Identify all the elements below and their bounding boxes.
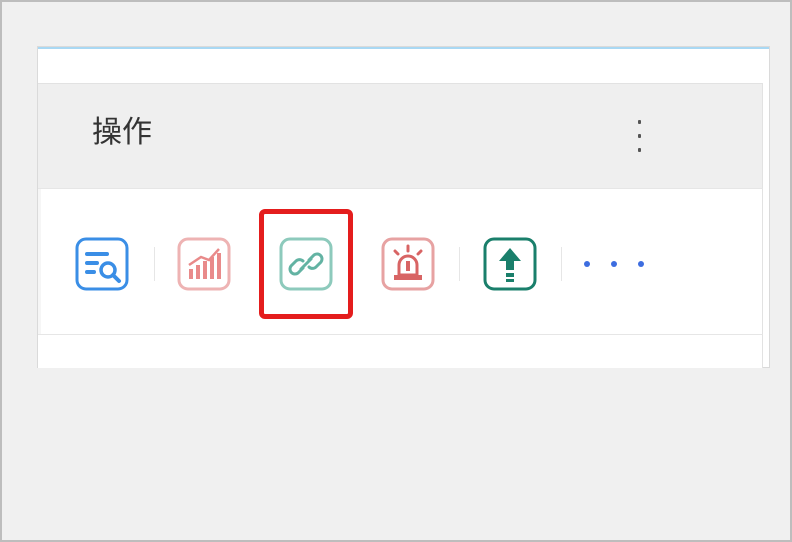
upload-button[interactable]: [483, 237, 537, 291]
window-frame: 操作: [0, 0, 792, 542]
alarm-button[interactable]: [381, 237, 435, 291]
list-search-icon: [75, 237, 129, 291]
query-detail-button[interactable]: [75, 237, 129, 291]
panel-header: 操作: [38, 83, 763, 189]
panel-bottom: [38, 335, 763, 368]
action-row: [38, 189, 763, 335]
operations-panel: 操作: [37, 46, 770, 368]
link-button[interactable]: [279, 237, 333, 291]
alarm-light-icon: [381, 237, 435, 291]
row-left-strip: [38, 189, 41, 334]
separator: [154, 247, 155, 281]
accent-line: [38, 47, 769, 49]
upload-arrow-icon: [483, 237, 537, 291]
more-vert-icon[interactable]: [633, 120, 645, 152]
more-actions-icon[interactable]: [584, 257, 644, 271]
bar-chart-icon: [177, 237, 231, 291]
link-icon: [279, 237, 333, 291]
separator: [459, 247, 460, 281]
statistics-button[interactable]: [177, 237, 231, 291]
separator: [561, 247, 562, 281]
header-title: 操作: [92, 115, 152, 150]
